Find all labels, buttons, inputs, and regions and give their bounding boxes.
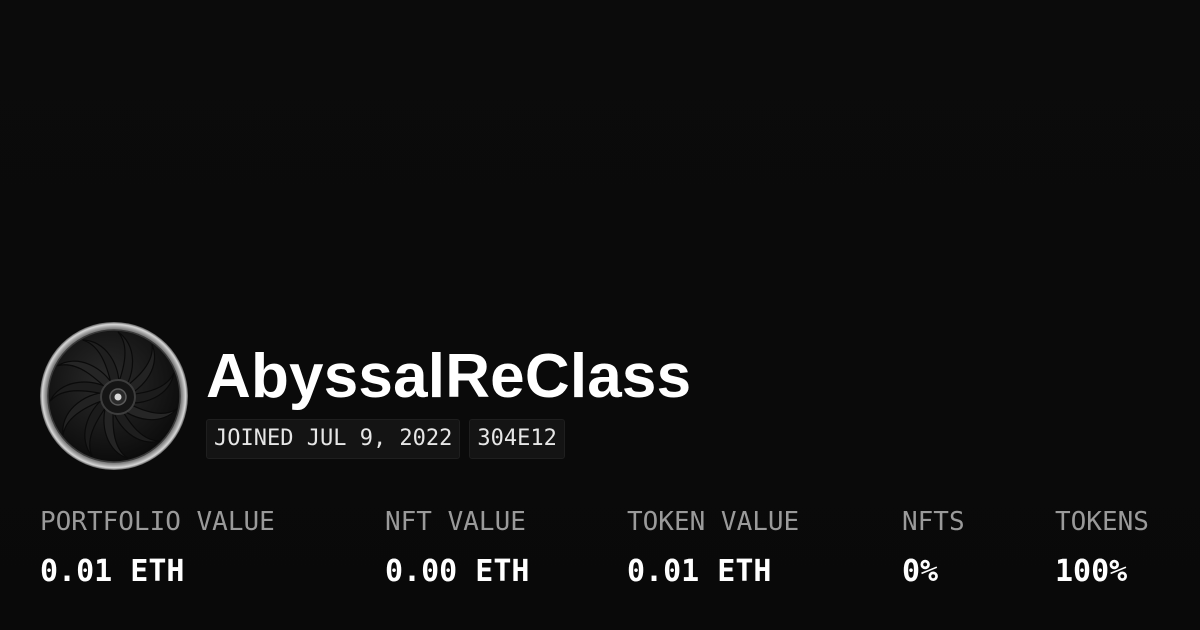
stat-value: 0.00 ETH [385,554,530,589]
stat-portfolio-value: PORTFOLIO VALUE 0.01 ETH [40,505,275,590]
turbine-fan-icon [40,322,188,470]
stat-label: TOKEN VALUE [627,507,800,537]
stat-token-value: TOKEN VALUE 0.01 ETH [627,505,799,590]
joined-date-badge: JOINED JUL 9, 2022 [206,419,461,459]
wallet-address-badge: 304E12 [469,419,565,459]
stat-value: 0.01 ETH [40,554,185,589]
stat-tokens-share: TOKENS 100% [1055,505,1149,590]
profile-tags: JOINED JUL 9, 2022 304E12 [206,419,565,459]
stat-label: TOKENS [1055,507,1149,537]
profile-card: AbyssalReClass JOINED JUL 9, 2022 304E12… [0,0,1200,630]
stat-value: 100% [1055,554,1128,589]
stat-label: NFTS [902,507,965,537]
stat-nft-value: NFT VALUE 0.00 ETH [385,505,530,590]
username: AbyssalReClass [206,342,692,411]
avatar [40,322,188,470]
stat-nfts-share: NFTS 0% [902,505,965,590]
stat-value: 0.01 ETH [627,554,772,589]
stat-label: PORTFOLIO VALUE [40,507,275,537]
stat-label: NFT VALUE [385,507,526,537]
stat-value: 0% [902,554,939,589]
